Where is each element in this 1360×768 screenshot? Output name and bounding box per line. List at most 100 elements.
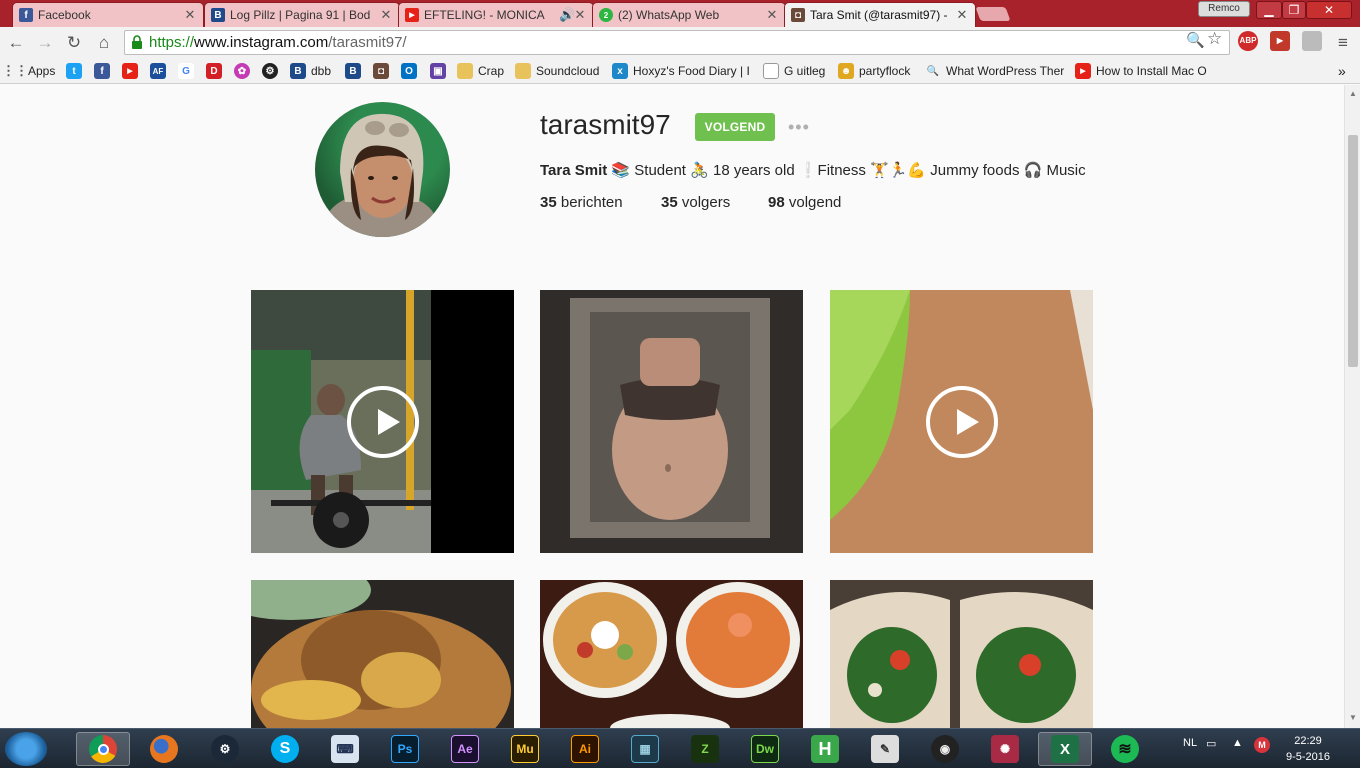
bookmark-af[interactable]: AF <box>150 63 166 79</box>
tab-facebook[interactable]: f Facebook ✕ <box>12 2 204 27</box>
taskbar-steam[interactable]: ⚙ <box>198 732 252 766</box>
extension-icon[interactable] <box>1302 31 1322 51</box>
tab-whatsapp[interactable]: 2 (2) WhatsApp Web ✕ <box>592 2 786 27</box>
taskbar-excel[interactable]: X <box>1038 732 1092 766</box>
taskbar-muse[interactable]: Mu <box>498 732 552 766</box>
minimize-button[interactable]: ▁ <box>1256 1 1282 19</box>
taskbar-clock[interactable]: 22:29 9-5-2016 <box>1278 733 1338 765</box>
bookmark-soundcloud[interactable]: Soundcloud <box>515 63 599 79</box>
followers-label: volgers <box>681 194 731 211</box>
taskbar-chrome[interactable] <box>76 732 130 766</box>
close-icon[interactable]: ✕ <box>573 7 587 23</box>
reload-icon[interactable]: ↻ <box>63 32 85 54</box>
bookmark-label: Crap <box>478 64 505 78</box>
back-icon[interactable]: ← <box>5 32 27 54</box>
bookmark-d[interactable]: D <box>206 63 222 79</box>
post-thumbnail[interactable] <box>830 580 1093 728</box>
more-options-icon[interactable]: ••• <box>788 118 810 136</box>
bookmark-g-uitleg[interactable]: G uitleg <box>763 63 825 79</box>
bookmark-youtube[interactable]: ▶ <box>122 63 138 79</box>
bookmark-apps[interactable]: ⋮⋮ Apps <box>2 63 55 79</box>
scrollbar-thumb[interactable] <box>1348 135 1358 367</box>
bodyspace-icon: B <box>345 63 361 79</box>
show-hidden-icons[interactable]: ▲ <box>1232 737 1243 749</box>
bookmark-twitter[interactable]: t <box>66 63 82 79</box>
twitch-icon: ▣ <box>430 63 446 79</box>
video-play-icon <box>346 385 419 458</box>
followers-stat[interactable]: 35 volgers <box>661 194 730 211</box>
post-thumbnail[interactable] <box>540 580 803 728</box>
tab-log-pillz[interactable]: B Log Pillz | Pagina 91 | Bod ✕ <box>204 2 400 27</box>
language-indicator[interactable]: NL <box>1183 737 1197 749</box>
taskbar-keyboard[interactable]: ⌨ <box>318 732 372 766</box>
film-icon: ▦ <box>631 735 659 763</box>
bookmark-partyflock[interactable]: ☻ partyflock <box>838 63 910 79</box>
illustrator-icon: Ai <box>571 735 599 763</box>
adblock-icon[interactable]: ABP <box>1238 31 1258 51</box>
bookmark-crap[interactable]: Crap <box>457 63 504 79</box>
taskbar-notebook[interactable]: ✎ <box>858 732 912 766</box>
posts-stat: 35 berichten <box>540 194 623 211</box>
bookmark-dbb[interactable]: B dbb <box>290 63 331 79</box>
bookmark-bodyspace[interactable]: B <box>345 63 361 79</box>
following-button[interactable]: VOLGEND <box>695 113 775 141</box>
close-icon[interactable]: ✕ <box>765 7 779 23</box>
keyboard-tray-icon[interactable]: ▭ <box>1206 737 1216 750</box>
bookmark-steam[interactable]: ⚙ <box>262 63 278 79</box>
tab-efteling[interactable]: ▶ EFTELING! - MONICA 🔊 ✕ <box>398 2 594 27</box>
taskbar-firefox[interactable] <box>137 732 191 766</box>
bookmark-twitch[interactable]: ▣ <box>430 63 446 79</box>
post-thumbnail[interactable] <box>830 290 1093 553</box>
bookmark-star-icon[interactable]: ☆ <box>1207 29 1222 49</box>
post-thumbnail[interactable] <box>540 290 803 553</box>
taskbar-game[interactable]: ✺ <box>978 732 1032 766</box>
taskbar-illustrator[interactable]: Ai <box>558 732 612 766</box>
bookmark-facebook[interactable]: f <box>94 63 110 79</box>
bookmark-install-mac[interactable]: ▶ How to Install Mac O <box>1075 63 1207 79</box>
page-scrollbar[interactable]: ▲ ▼ <box>1344 85 1360 728</box>
zoom-icon[interactable]: 🔍 <box>1186 31 1205 49</box>
scroll-up-icon[interactable]: ▲ <box>1349 89 1357 98</box>
forward-icon[interactable]: → <box>34 32 56 54</box>
scroll-down-icon[interactable]: ▼ <box>1349 713 1357 722</box>
avatar[interactable] <box>315 102 450 237</box>
taskbar-dreamweaver[interactable]: Dw <box>738 732 792 766</box>
profile-button[interactable]: Remco <box>1198 1 1250 17</box>
following-stat[interactable]: 98 volgend <box>768 194 841 211</box>
tab-strip: f Facebook ✕ B Log Pillz | Pagina 91 | B… <box>0 0 1360 27</box>
more-bookmarks-icon[interactable]: » <box>1338 63 1346 79</box>
taskbar-spotify[interactable]: ≋ <box>1098 732 1152 766</box>
taskbar-racing[interactable]: ◉ <box>918 732 972 766</box>
close-icon[interactable]: ✕ <box>955 7 969 23</box>
new-tab-button[interactable] <box>975 7 1011 21</box>
speaker-icon[interactable]: 🔊 <box>559 7 575 23</box>
close-icon[interactable]: ✕ <box>379 7 393 23</box>
close-window-button[interactable]: ✕ <box>1306 1 1352 19</box>
taskbar-skype[interactable]: S <box>258 732 312 766</box>
profile-bio: Tara Smit 📚 Student 🚴 18 years old ❕Fitn… <box>540 161 1086 179</box>
menu-icon[interactable]: ≡ <box>1332 32 1354 54</box>
bookmark-instagram[interactable]: ◘ <box>373 63 389 79</box>
start-button[interactable] <box>5 732 47 766</box>
bookmark-wordpress[interactable]: 🔍 What WordPress Ther <box>925 63 1065 79</box>
taskbar-fl-studio[interactable]: Z <box>678 732 732 766</box>
home-icon[interactable]: ⌂ <box>93 32 115 54</box>
mcafee-icon[interactable]: M <box>1254 737 1270 753</box>
maximize-button[interactable]: ❐ <box>1282 1 1306 19</box>
taskbar-after-effects[interactable]: Ae <box>438 732 492 766</box>
bookmark-google[interactable]: G <box>178 63 194 79</box>
bookmark-label: How to Install Mac O <box>1096 64 1207 78</box>
taskbar-photoshop[interactable]: Ps <box>378 732 432 766</box>
tab-instagram[interactable]: ◘ Tara Smit (@tarasmit97) - ✕ <box>784 2 976 27</box>
taskbar-hoxyz[interactable]: H <box>798 732 852 766</box>
address-bar[interactable]: https://www.instagram.com/tarasmit97/ <box>124 30 1230 55</box>
bookmark-pink[interactable]: ✿ <box>234 63 250 79</box>
close-icon[interactable]: ✕ <box>183 7 197 23</box>
post-thumbnail[interactable] <box>251 580 514 728</box>
taskbar-video[interactable]: ▦ <box>618 732 672 766</box>
bookmark-outlook[interactable]: O <box>401 63 417 79</box>
post-thumbnail[interactable] <box>251 290 514 553</box>
youtube-ext-icon[interactable]: ▶ <box>1270 31 1290 51</box>
instagram-icon: ◘ <box>791 8 805 22</box>
bookmark-food-diary[interactable]: x Hoxyz's Food Diary | I <box>612 63 750 79</box>
